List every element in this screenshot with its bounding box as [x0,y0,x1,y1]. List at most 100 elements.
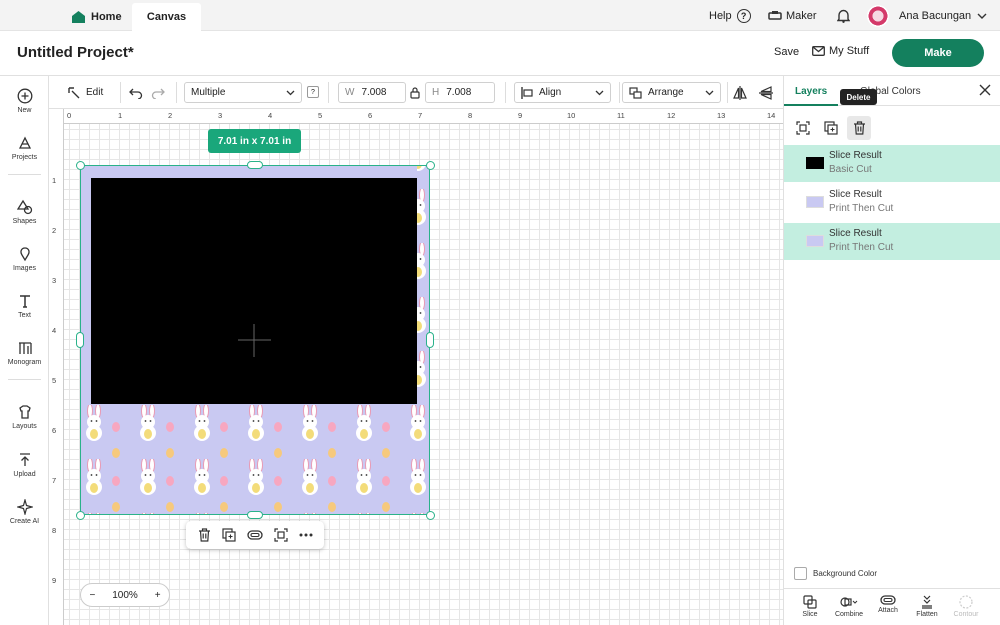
top-bar: Home Canvas Help ? Maker Ana Bacungan [0,0,1000,31]
zoom-in-button[interactable]: + [155,590,161,601]
ruler-tick: 6 [368,111,373,120]
ruler-tick: 11 [617,111,625,120]
slice-button[interactable]: Slice [792,595,828,618]
project-title[interactable]: Untitled Project* [17,44,134,61]
edit-cursor-icon [68,86,80,98]
attach-icon [880,595,896,605]
layer-actions: Slice Combine Attach Flatten Contour [784,588,1000,625]
ruler-tick: 2 [168,111,173,120]
tab-canvas-label: Canvas [146,11,187,23]
chevron-down-icon [977,13,987,19]
ruler-tick: 0 [67,111,72,120]
sidebar-item-create-ai[interactable]: Create AI [0,499,49,525]
tab-home[interactable]: Home [72,3,132,31]
resize-handle-right[interactable] [426,332,434,348]
undo-button[interactable] [129,82,143,103]
maker-button[interactable]: Maker [768,0,817,31]
sidebar-item-new[interactable]: New [0,88,49,114]
delete-button[interactable] [847,116,871,140]
operation-help-icon[interactable]: ? [307,86,319,98]
save-button[interactable]: Save [774,46,799,58]
ruler-tick: 9 [518,111,523,120]
width-value: 7.008 [361,87,387,98]
shapes-icon [16,199,32,215]
layer-row[interactable]: Slice Result Print Then Cut [784,223,1000,260]
help-button[interactable]: Help ? [709,0,751,31]
sidebar-item-upload[interactable]: Upload [0,452,49,478]
sidebar-item-images[interactable]: Images [0,246,49,272]
align-select[interactable]: Align [514,82,611,103]
toolbar-divider [727,82,728,103]
group-button[interactable] [791,116,815,140]
operation-select[interactable]: Multiple [184,82,302,103]
redo-button[interactable] [151,82,165,103]
machine-icon [768,10,782,20]
lock-aspect-button[interactable] [410,82,420,103]
background-color-checkbox[interactable] [794,567,807,580]
ruler-tick: 14 [767,111,776,120]
ruler-tick: 2 [52,226,57,235]
more-icon[interactable] [299,533,313,537]
combine-button[interactable]: Combine [831,595,867,618]
resize-handle-top-left[interactable] [76,161,85,170]
my-stuff-button[interactable]: My Stuff [812,45,869,57]
tab-layers[interactable]: Layers [795,86,827,97]
resize-handle-top[interactable] [247,161,263,169]
layer-name: Slice Result [829,189,882,200]
close-icon[interactable] [979,84,991,96]
contour-button[interactable]: Contour [948,595,984,618]
resize-handle-bottom-right[interactable] [426,511,435,520]
notifications-button[interactable] [837,0,850,31]
sidebar-item-projects[interactable]: Projects [0,135,49,161]
help-label: Help [709,9,732,22]
resize-handle-bottom[interactable] [247,511,263,519]
edit-label: Edit [86,87,104,98]
height-value: 7.008 [446,87,472,98]
tab-home-label: Home [91,11,122,23]
flatten-button[interactable]: Flatten [909,595,945,618]
user-menu[interactable]: Ana Bacungan [867,0,987,31]
user-name: Ana Bacungan [899,9,972,22]
group-select-icon[interactable] [273,528,288,542]
layer-name: Slice Result [829,150,882,161]
attach-icon[interactable] [246,530,263,540]
flip-horizontal-button[interactable] [733,82,747,103]
width-field[interactable]: W 7.008 [338,82,406,103]
trash-icon[interactable] [198,528,211,542]
flip-vertical-button[interactable] [759,82,773,103]
resize-handle-left[interactable] [76,332,84,348]
sidebar-item-label: Images [13,265,36,272]
attach-button[interactable]: Attach [870,595,906,614]
duplicate-button[interactable] [819,116,843,140]
trash-icon [853,121,865,135]
layer-row[interactable]: Slice Result Basic Cut [784,145,1000,182]
flatten-icon [922,595,932,609]
ruler-tick: 8 [468,111,473,120]
zoom-out-button[interactable]: − [89,590,95,601]
active-tab-indicator [784,104,838,106]
arrange-select[interactable]: Arrange [622,82,721,103]
sidebar-item-monogram[interactable]: Monogram [0,340,49,366]
images-icon [19,247,30,262]
tab-canvas[interactable]: Canvas [132,3,201,31]
resize-handle-bottom-left[interactable] [76,511,85,520]
layer-row[interactable]: Slice Result Print Then Cut [784,184,1000,221]
background-color-toggle[interactable]: Background Color [794,567,877,580]
sidebar-item-label: New [17,107,32,114]
edit-button[interactable]: Edit [67,82,103,103]
sidebar-item-text[interactable]: Text [0,293,49,319]
ruler-tick: 1 [118,111,123,120]
make-button[interactable]: Make [892,39,984,67]
sidebar-divider [8,379,41,380]
ruler-tick: 9 [52,576,57,585]
duplicate-icon[interactable] [221,528,236,542]
sparkle-icon [16,499,33,515]
height-field[interactable]: H 7.008 [425,82,495,103]
home-icon [72,11,85,23]
sidebar-item-shapes[interactable]: Shapes [0,199,49,225]
edit-toolbar: Edit Multiple ? W 7.008 H 7.008 Align Ar… [49,76,783,109]
sidebar-item-label: Text [18,312,31,319]
selection-box[interactable] [80,165,430,515]
sidebar-item-layouts[interactable]: Layouts [0,404,49,430]
resize-handle-top-right[interactable] [426,161,435,170]
